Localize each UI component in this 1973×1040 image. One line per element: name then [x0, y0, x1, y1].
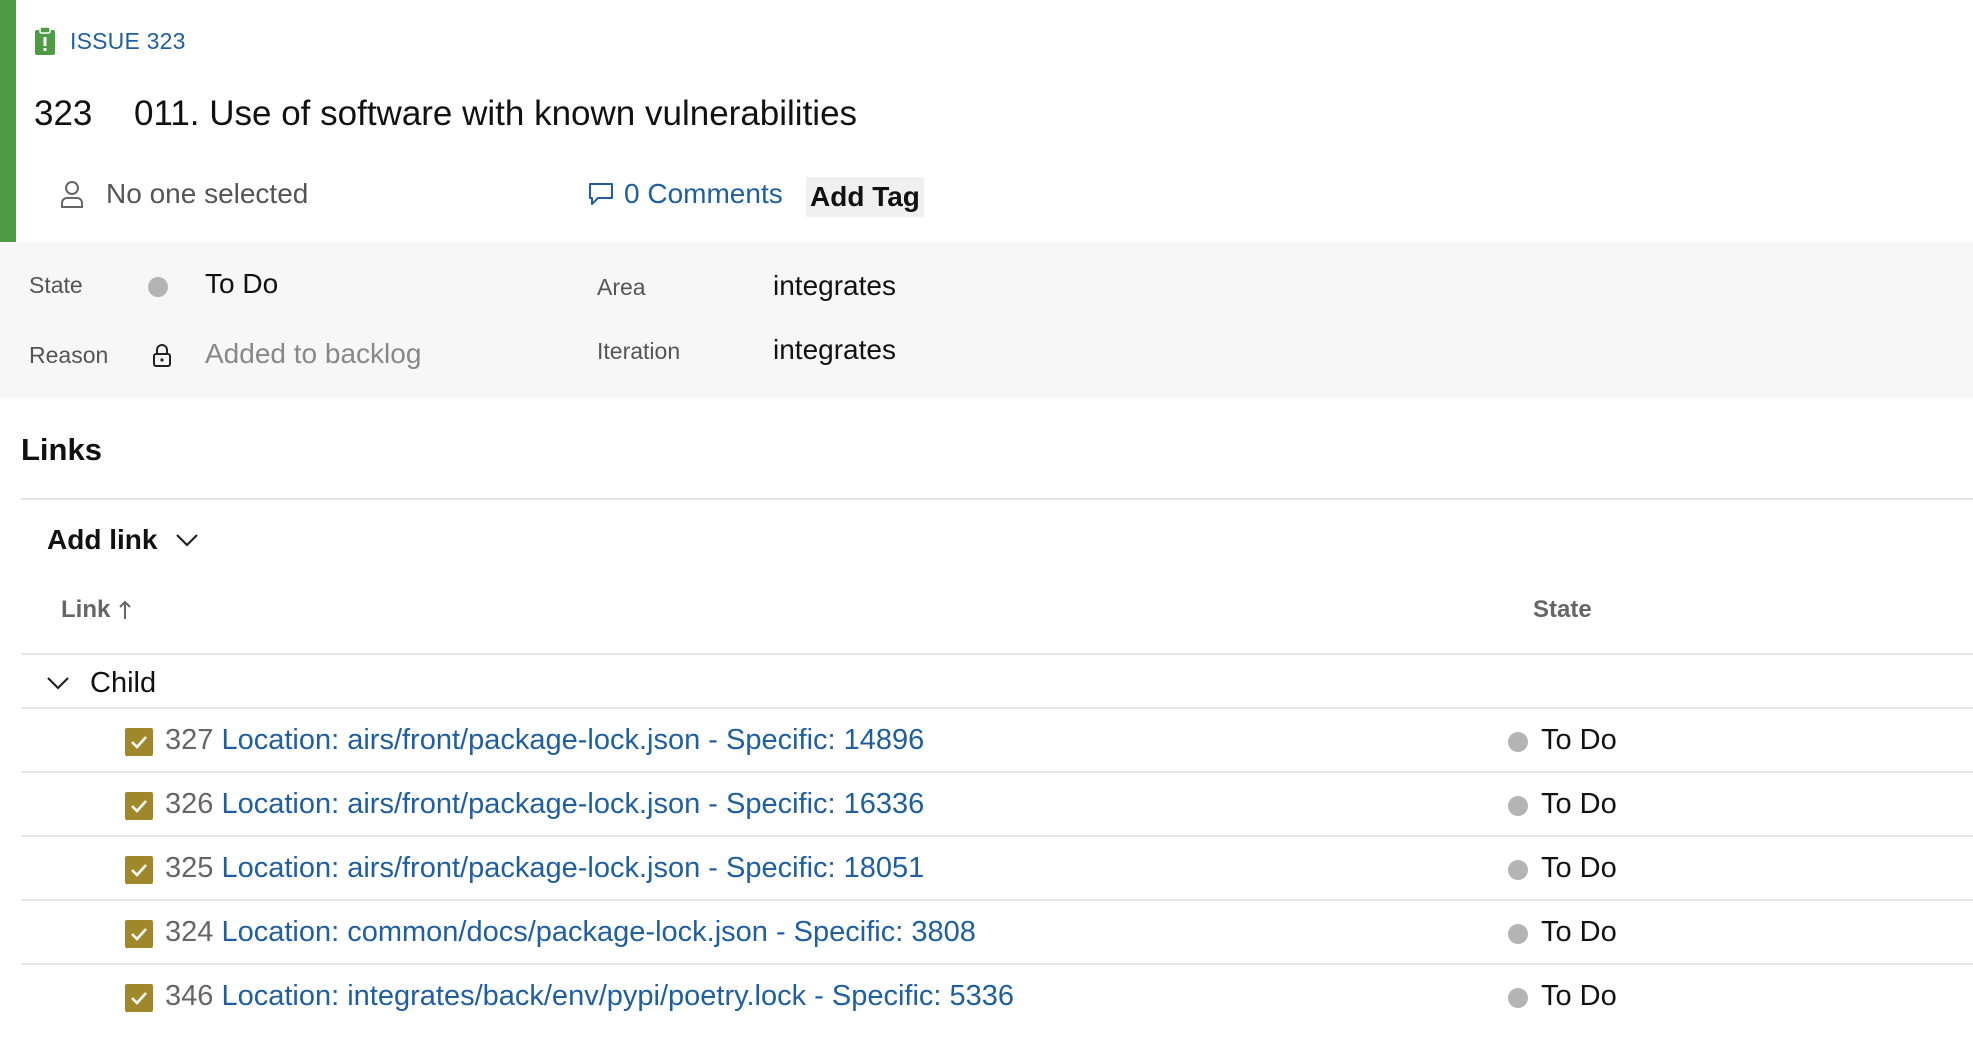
links-divider [21, 498, 1973, 500]
task-checkbox-icon [125, 920, 153, 948]
add-tag-button[interactable]: Add Tag [806, 177, 924, 217]
assignee-picker[interactable]: No one selected [60, 172, 308, 216]
area-field[interactable]: integrates [773, 270, 896, 302]
link-text: 324 Location: common/docs/package-lock.j… [165, 916, 976, 949]
state-dot [1508, 796, 1528, 816]
work-item-type: ISSUE 323 [34, 24, 186, 58]
link-id: 346 [165, 980, 214, 1012]
link-state: To Do [1541, 852, 1617, 884]
link-title[interactable]: Location: integrates/back/env/pypi/poetr… [221, 980, 1014, 1012]
link-row: 326 Location: airs/front/package-lock.js… [21, 773, 1973, 837]
links-section-title: Links [21, 432, 102, 467]
task-checkbox-icon [125, 984, 153, 1012]
add-link-label: Add link [47, 524, 158, 555]
comment-icon [589, 183, 613, 205]
work-item-meta: No one selected 0 Comments Add Tag [60, 172, 1060, 217]
work-item-id: 323 [34, 94, 93, 133]
state-dot [1508, 732, 1528, 752]
link-id: 327 [165, 724, 214, 756]
comments-count: 0 Comments [624, 178, 783, 209]
clipboard-issue-icon [35, 26, 55, 55]
state-dot [1508, 924, 1528, 944]
work-item-type-color-bar [0, 0, 16, 242]
reason-dropdown[interactable]: Added to backlog [205, 338, 421, 370]
link-group-child[interactable]: Child [46, 664, 156, 702]
link-text: 327 Location: airs/front/package-lock.js… [165, 724, 924, 757]
state-dot [148, 277, 168, 297]
work-item-fields: State To Do Reason Added to backlog Area… [0, 242, 1973, 398]
area-label: Area [597, 274, 646, 300]
link-text: 325 Location: airs/front/package-lock.js… [165, 852, 924, 885]
link-column-header[interactable]: Link [61, 596, 132, 624]
chevron-down-icon [47, 677, 69, 690]
iteration-field[interactable]: integrates [773, 334, 896, 366]
task-checkbox-icon [125, 792, 153, 820]
state-column-label: State [1533, 596, 1592, 623]
work-item-title-row: 323 011. Use of software with known vuln… [34, 94, 857, 134]
link-id: 324 [165, 916, 214, 948]
link-group-label: Child [90, 666, 157, 699]
state-column-header[interactable]: State [1533, 596, 1592, 624]
link-title[interactable]: Location: airs/front/package-lock.json -… [221, 788, 924, 820]
link-row: 327 Location: airs/front/package-lock.js… [21, 709, 1973, 773]
link-id: 326 [165, 788, 214, 820]
link-state: To Do [1541, 916, 1617, 948]
link-row: 325 Location: airs/front/package-lock.js… [21, 837, 1973, 901]
work-item-title[interactable]: 011. Use of software with known vulnerab… [134, 94, 857, 134]
reason-label: Reason [29, 342, 109, 368]
link-state: To Do [1541, 724, 1617, 756]
link-row: 324 Location: common/docs/package-lock.j… [21, 901, 1973, 965]
state-dot [1508, 988, 1528, 1008]
sort-ascending-icon [119, 600, 132, 619]
iteration-label: Iteration [597, 338, 681, 364]
link-state: To Do [1541, 788, 1617, 820]
chevron-down-icon [176, 534, 199, 547]
link-id: 325 [165, 852, 214, 884]
link-text: 326 Location: airs/front/package-lock.js… [165, 788, 924, 821]
add-link-button[interactable]: Add link [47, 520, 199, 560]
lock-icon [153, 344, 171, 367]
link-title[interactable]: Location: common/docs/package-lock.json … [221, 916, 975, 948]
link-column-label: Link [61, 596, 111, 623]
state-dropdown[interactable]: To Do [205, 268, 278, 300]
task-checkbox-icon [125, 728, 153, 756]
links-header-divider [21, 653, 1973, 655]
person-icon [61, 181, 83, 208]
work-item-header: ISSUE 323 323 011. Use of software with … [0, 0, 1973, 242]
state-label: State [29, 272, 83, 298]
link-title[interactable]: Location: airs/front/package-lock.json -… [221, 852, 924, 884]
link-row: 346 Location: integrates/back/env/pypi/p… [21, 965, 1973, 1029]
link-text: 346 Location: integrates/back/env/pypi/p… [165, 980, 1014, 1013]
work-item-type-label[interactable]: ISSUE 323 [70, 28, 186, 55]
comments-link[interactable]: 0 Comments [588, 172, 783, 216]
assignee-label: No one selected [106, 178, 309, 209]
link-title[interactable]: Location: airs/front/package-lock.json -… [221, 724, 924, 756]
state-dot [1508, 860, 1528, 880]
task-checkbox-icon [125, 856, 153, 884]
link-state: To Do [1541, 980, 1617, 1012]
